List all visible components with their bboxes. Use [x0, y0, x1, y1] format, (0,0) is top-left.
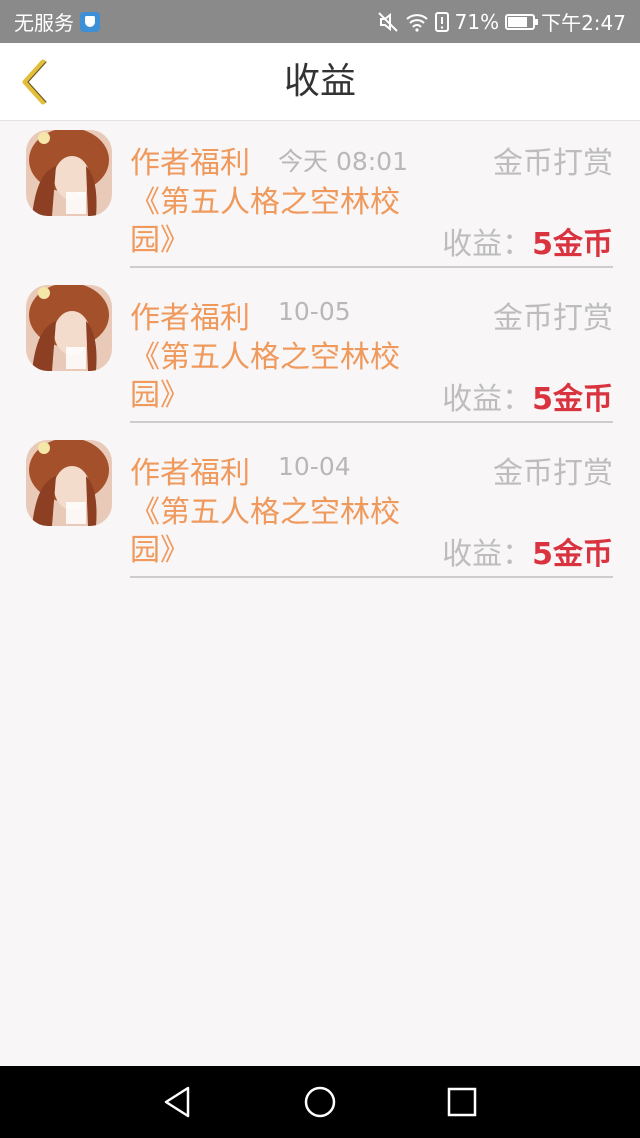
record-type: 金币打赏 [493, 456, 613, 491]
record-category: 作者福利 [130, 456, 250, 491]
record-content: 作者福利 10-05 金币打赏 《第五人格之空林校园》 收益：5金币 [130, 277, 613, 423]
record-time: 10-04 [278, 452, 351, 481]
battery-icon [505, 13, 539, 30]
header: 收益 [0, 43, 640, 121]
shield-icon [80, 11, 100, 32]
avatar [26, 130, 112, 216]
chevron-left-icon [22, 59, 47, 105]
record-content: 作者福利 10-04 金币打赏 《第五人格之空林校园》 收益：5金币 [130, 432, 613, 578]
income-value: 5金币 [532, 537, 613, 572]
nav-back-button[interactable] [160, 1084, 196, 1120]
income-list: 作者福利 今天 08:01 金币打赏 《第五人格之空林校园》 收益：5金币 作者… [0, 122, 640, 587]
alert-icon [434, 11, 449, 32]
battery-percent: 71% [454, 9, 500, 34]
income-value: 5金币 [532, 382, 613, 417]
carrier-text: 无服务 [14, 11, 74, 35]
record-time: 今天 08:01 [278, 147, 408, 176]
record-category: 作者福利 [130, 301, 250, 336]
nav-home-button[interactable] [302, 1084, 338, 1120]
record-time: 10-05 [278, 297, 351, 326]
record-income: 收益：5金币 [442, 374, 613, 418]
navigation-bar [0, 1066, 640, 1138]
record-income: 收益：5金币 [442, 529, 613, 573]
wifi-icon [405, 12, 429, 32]
nav-recents-button[interactable] [444, 1084, 480, 1120]
income-value: 5金币 [532, 227, 613, 262]
book-title: 《第五人格之空林校园》 [130, 495, 400, 568]
record-category: 作者福利 [130, 146, 250, 181]
income-label: 收益： [442, 382, 533, 417]
mute-icon [377, 11, 399, 33]
clock: 下午2:47 [541, 11, 626, 35]
income-label: 收益： [442, 537, 533, 572]
record-content: 作者福利 今天 08:01 金币打赏 《第五人格之空林校园》 收益：5金币 [130, 122, 613, 268]
income-label: 收益： [442, 227, 533, 262]
back-triangle-icon [164, 1086, 190, 1118]
record-type: 金币打赏 [493, 301, 613, 336]
home-circle-icon [304, 1086, 336, 1118]
page-title: 收益 [283, 61, 356, 102]
list-item[interactable]: 作者福利 今天 08:01 金币打赏 《第五人格之空林校园》 收益：5金币 [0, 122, 640, 277]
list-item[interactable]: 作者福利 10-04 金币打赏 《第五人格之空林校园》 收益：5金币 [0, 432, 640, 587]
record-type: 金币打赏 [493, 146, 613, 181]
status-bar: 无服务 71% 下午2:47 [0, 0, 640, 43]
recents-square-icon [447, 1087, 477, 1117]
back-button[interactable] [12, 57, 56, 107]
avatar [26, 440, 112, 526]
avatar [26, 285, 112, 371]
list-item[interactable]: 作者福利 10-05 金币打赏 《第五人格之空林校园》 收益：5金币 [0, 277, 640, 432]
book-title: 《第五人格之空林校园》 [130, 185, 400, 258]
record-income: 收益：5金币 [442, 219, 613, 263]
book-title: 《第五人格之空林校园》 [130, 340, 400, 413]
